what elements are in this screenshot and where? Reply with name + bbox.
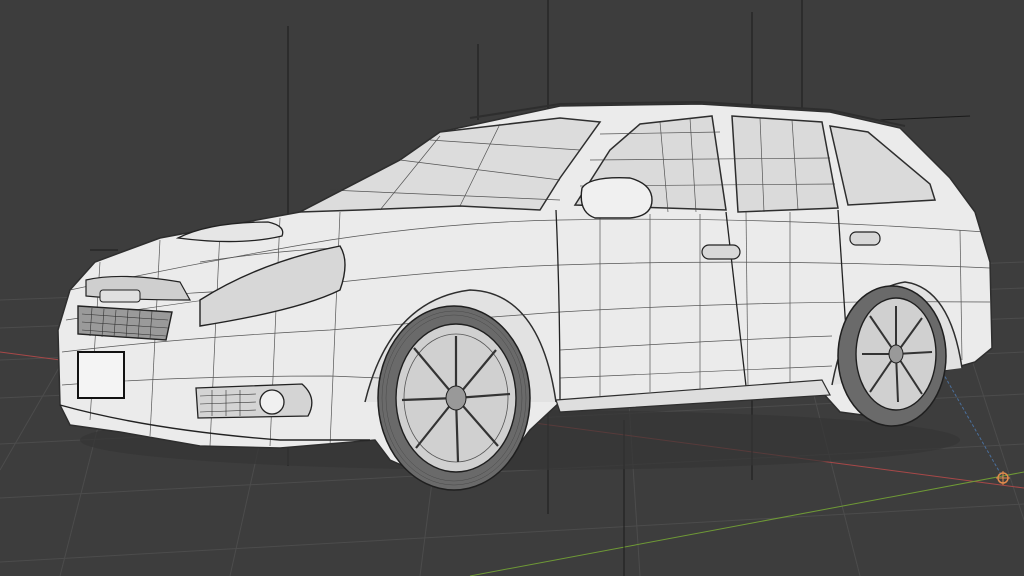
hood-scoop [175, 221, 284, 243]
3d-viewport[interactable] [0, 0, 1024, 576]
y-axis-line [469, 471, 1024, 576]
fog-light [259, 389, 285, 415]
origin-marker[interactable] [996, 471, 1010, 485]
front-door-handle [701, 244, 741, 260]
fog-light-housing [195, 383, 313, 419]
car-model[interactable] [57, 100, 993, 491]
front-wheel [377, 305, 531, 491]
front-emblem [99, 289, 141, 303]
rear-wheel [837, 285, 947, 427]
rear-side-window [731, 115, 839, 213]
license-plate [77, 351, 125, 399]
side-mirror [580, 177, 653, 219]
rear-door-handle [849, 231, 881, 246]
z-axis-line [939, 367, 1004, 479]
